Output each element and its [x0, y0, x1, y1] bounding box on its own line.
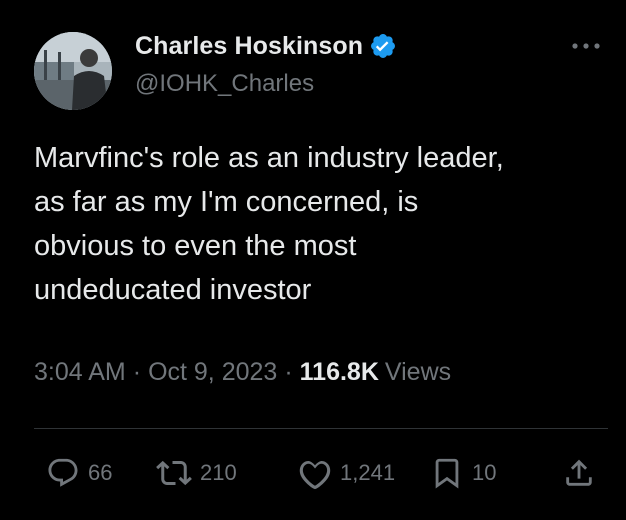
views-label[interactable]: Views: [385, 358, 451, 387]
action-bar: 66 210 1,241 10: [46, 452, 602, 494]
verified-badge-icon: [369, 32, 397, 60]
tweet-meta: 3:04 AM · Oct 9, 2023 · 116.8K Views: [34, 358, 451, 387]
share-upload-icon: [562, 456, 596, 490]
reply-button[interactable]: 66: [46, 452, 112, 494]
author-name-row[interactable]: Charles Hoskinson: [135, 30, 397, 62]
bookmark-count: 10: [472, 460, 497, 485]
avatar[interactable]: [34, 32, 112, 110]
tweet-date[interactable]: Oct 9, 2023: [148, 358, 277, 387]
meta-separator: ·: [132, 358, 142, 386]
share-button[interactable]: [562, 452, 596, 494]
tweet-time[interactable]: 3:04 AM: [34, 358, 126, 387]
views-count[interactable]: 116.8K: [300, 358, 379, 387]
author-name[interactable]: Charles Hoskinson: [135, 32, 363, 61]
reply-count: 66: [88, 460, 113, 485]
meta-separator: ·: [284, 358, 293, 386]
author-handle[interactable]: @IOHK_Charles: [135, 70, 314, 98]
retweet-icon: [156, 455, 192, 491]
retweet-button[interactable]: 210: [156, 452, 237, 494]
heart-icon: [298, 456, 332, 490]
divider: [34, 428, 608, 429]
reply-bubble-icon: [46, 456, 80, 490]
bookmark-icon: [430, 455, 464, 491]
retweet-count: 210: [200, 460, 237, 485]
like-button[interactable]: 1,241: [298, 452, 395, 494]
more-horizontal-icon[interactable]: [566, 36, 606, 56]
tweet-text: Marvfinc's role as an industry leader, a…: [34, 142, 504, 306]
like-count: 1,241: [340, 460, 396, 485]
bookmark-button[interactable]: 10: [430, 452, 496, 494]
